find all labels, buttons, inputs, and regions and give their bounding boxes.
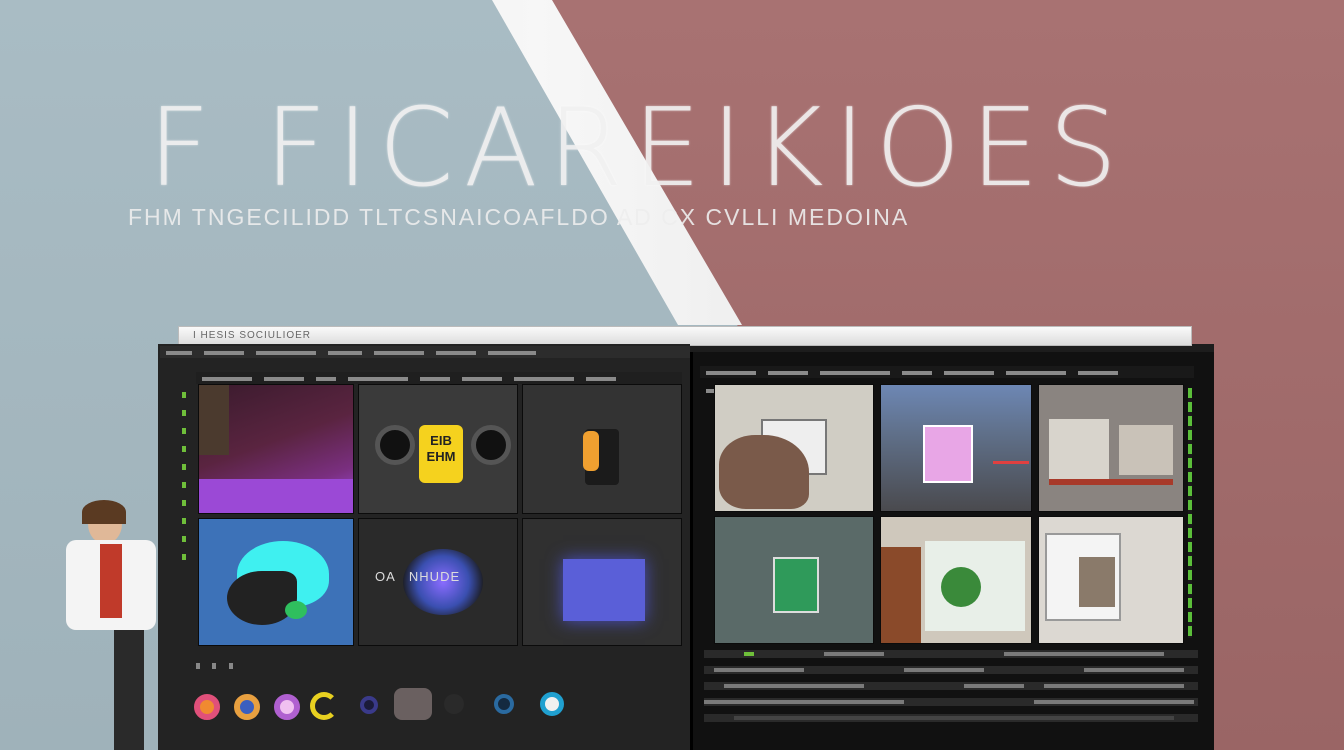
hero-subtitle: FHM TNGECILIDD TLTCSNAICOAFLDO AD CX CVL… xyxy=(128,204,910,230)
plant-window-thumb[interactable] xyxy=(880,516,1032,644)
timeline-tracks[interactable] xyxy=(704,650,1198,746)
cyan-shape-thumb[interactable] xyxy=(198,518,354,646)
presenter-figure xyxy=(60,500,190,750)
green-frame-thumb[interactable] xyxy=(714,516,874,644)
media-tabs[interactable] xyxy=(196,372,682,384)
pink-ring-icon[interactable] xyxy=(194,694,220,720)
navy-ring-icon[interactable] xyxy=(360,696,378,714)
speaker-thumb[interactable]: EIB EHM xyxy=(358,384,518,514)
audio-meter xyxy=(1188,388,1192,638)
hero-title: F FICAREIKIOES xyxy=(148,86,1128,211)
blue-square-thumb[interactable] xyxy=(522,518,682,646)
glowing-logo-thumb[interactable]: OA NHUDE xyxy=(358,518,518,646)
blue-ring-icon[interactable] xyxy=(540,692,564,716)
interior-room-thumb[interactable] xyxy=(1038,384,1184,512)
media-controls[interactable] xyxy=(196,656,286,669)
pink-poster-thumb[interactable] xyxy=(880,384,1032,512)
gallery-wall-thumb[interactable] xyxy=(714,384,874,512)
purple-room-thumb[interactable] xyxy=(198,384,354,514)
orange-object-thumb[interactable] xyxy=(522,384,682,514)
teal-ring-icon[interactable] xyxy=(494,694,514,714)
gray-square-icon[interactable] xyxy=(394,688,432,720)
orange-ring-icon[interactable] xyxy=(234,694,260,720)
media-toolbar[interactable] xyxy=(160,346,690,358)
glowing-logo-label: OA NHUDE xyxy=(375,569,461,584)
purple-ring-icon[interactable] xyxy=(274,694,300,720)
window-title: I HESIS SOCIULIOER xyxy=(193,330,312,341)
viewer-toolbar[interactable] xyxy=(700,366,1194,393)
dark-ring-icon[interactable] xyxy=(444,694,464,714)
speaker-label: EIB EHM xyxy=(419,425,463,483)
shelf-room-thumb[interactable] xyxy=(1038,516,1184,644)
window-titlebar[interactable]: I HESIS SOCIULIOER xyxy=(178,326,1192,346)
yellow-ring-icon[interactable] xyxy=(310,692,338,720)
